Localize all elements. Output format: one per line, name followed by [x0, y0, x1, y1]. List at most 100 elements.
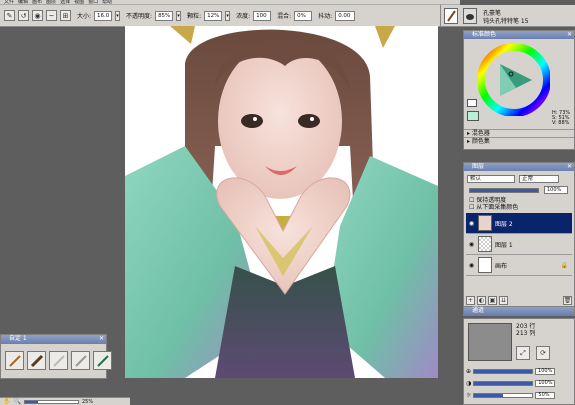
palette-pen-icon[interactable] [5, 351, 24, 370]
custom-palette: 自定 1 ✕ [0, 334, 112, 379]
contrast-icon: ◑ [466, 379, 472, 387]
menu-view[interactable]: 视图 [74, 0, 84, 4]
size-field[interactable]: 16.0 [94, 10, 113, 21]
menu-layers[interactable]: 图层 [46, 0, 56, 4]
palette-airbrush-icon[interactable] [93, 351, 112, 370]
custom-palette-title[interactable]: 自定 1 ✕ [1, 335, 106, 344]
brush-selector[interactable]: 孔豪笔 钝头孔特特笔 15 [440, 5, 575, 27]
brightness-slider[interactable] [473, 392, 534, 398]
new-layer-icon[interactable]: + [466, 296, 475, 305]
zoom-fit-icon[interactable]: ⤢ [516, 346, 530, 360]
menu-canvas[interactable]: 画布 [32, 0, 42, 4]
layer-row-canvas[interactable]: ◉ 画布 🔒 [466, 255, 572, 276]
mix-label: 混合: [277, 13, 292, 20]
mixer-panel-header[interactable]: ▸ 混色器 [464, 129, 574, 137]
pressure-icon[interactable]: ⊞ [60, 10, 71, 21]
preserve-transparency-checkbox[interactable]: ☐ 保持透明度 [466, 197, 506, 204]
layer-opacity-slider[interactable] [469, 188, 539, 193]
color-panel-title[interactable]: 标准颜色 ✕ [464, 31, 574, 39]
brush-variant-label: 钝头孔特特笔 15 [483, 18, 529, 25]
value-value: V: 88% [552, 120, 570, 126]
dab-icon[interactable]: ◉ [32, 10, 43, 21]
eye-icon[interactable]: ◉ [468, 220, 475, 227]
mix-field[interactable]: 0% [294, 10, 313, 21]
layer-list: ◉ 图层 2 ◉ 图层 1 ◉ 画布 🔒 [466, 213, 572, 276]
menu-select[interactable]: 选择 [60, 0, 70, 4]
composite-method-select[interactable]: 默认 [467, 175, 515, 183]
menu-window[interactable]: 窗口 [88, 0, 98, 4]
rotate-icon[interactable]: ⟳ [536, 346, 550, 360]
contrast-field[interactable]: 100% [535, 379, 556, 387]
layer-row-layer1[interactable]: ◉ 图层 1 [466, 234, 572, 255]
hand-icon[interactable]: ✋ [3, 398, 10, 405]
brightness-field[interactable]: 50% [535, 391, 556, 399]
eye-icon[interactable]: ◉ [468, 241, 475, 248]
opacity-label: 不透明度: [126, 13, 153, 20]
delete-layer-icon[interactable]: 🗑 [563, 296, 572, 305]
color-set-panel-header[interactable]: ▸ 颜色集 [464, 137, 574, 145]
menu-edit[interactable]: 编辑 [18, 0, 28, 4]
painting-canvas[interactable] [125, 26, 438, 378]
layer-thumbnail [478, 215, 492, 231]
density-field[interactable]: 100 [253, 10, 272, 21]
zoom-status-value: 25% [81, 398, 94, 405]
brush-category-icon[interactable] [463, 8, 477, 24]
close-icon[interactable]: ✕ [567, 31, 572, 39]
jitter-label: 抖动: [318, 13, 333, 20]
color-panel: 标准颜色 ✕ H: 73% S: 51% V: 88% ▸ 混色器 ▸ 颜色集 [463, 30, 575, 150]
magnifier-icon[interactable]: 🔍 [13, 398, 20, 405]
secondary-color-swatch[interactable] [467, 99, 477, 107]
brush-icon[interactable]: ✎ [4, 10, 15, 21]
zoom-slider[interactable] [473, 368, 534, 374]
pick-up-underlying-checkbox[interactable]: ☐ 从下面采集颜色 [466, 204, 518, 211]
layer-row-layer2[interactable]: ◉ 图层 2 [466, 213, 572, 234]
channels-panel-header[interactable]: 通道 [463, 306, 575, 316]
brush-preview-icon[interactable] [444, 8, 458, 24]
grain-label: 颗粒: [187, 13, 202, 20]
density-label: 浓度: [236, 13, 251, 20]
opacity-spinner[interactable]: ▾ [176, 10, 182, 21]
size-spinner[interactable]: ▾ [115, 10, 121, 21]
palette-oil-brush-icon[interactable] [27, 351, 46, 370]
reset-icon[interactable]: ↺ [18, 10, 29, 21]
tool-options-bar: ✎ ↺ ◉ ~ ⊞ 大小: 16.0 ▾ 不透明度: 85% ▾ 颗粒: 12%… [0, 5, 460, 27]
layer-mask-icon[interactable]: ◐ [477, 296, 486, 305]
brightness-icon: ☼ [466, 391, 472, 399]
close-icon[interactable]: ✕ [99, 335, 104, 343]
color-wheel[interactable] [477, 43, 551, 117]
menu-file[interactable]: 文件 [4, 0, 14, 4]
blend-mode-select[interactable]: 正常 [519, 175, 559, 183]
jitter-field[interactable]: 0.00 [335, 10, 356, 21]
merge-icon[interactable]: ⇊ [499, 296, 508, 305]
contrast-slider[interactable] [473, 380, 534, 386]
navigator-panel: 203 行 213 列 ⤢ ⟳ ⊕ 100% ◑ 100% ☼ 50% [463, 318, 575, 405]
layer-thumbnail [478, 257, 492, 273]
layers-panel: 图层 ✕ 默认 正常 100% ☐ 保持透明度 ☐ 从下面采集颜色 ◉ 图层 2 … [463, 162, 575, 310]
layer-opacity-field[interactable]: 100% [544, 186, 568, 194]
navigator-preview[interactable] [468, 323, 512, 361]
layer-name: 图层 2 [495, 220, 513, 228]
grain-spinner[interactable]: ▾ [225, 10, 231, 21]
zoom-icon: ⊕ [466, 367, 472, 375]
stroke-icon[interactable]: ~ [46, 10, 57, 21]
zoom-status-slider[interactable] [23, 399, 79, 404]
layer-name: 图层 1 [495, 241, 513, 249]
cols-count: 213 列 [516, 330, 536, 337]
lock-icon: 🔒 [560, 261, 568, 269]
grain-field[interactable]: 12% [204, 10, 223, 21]
artwork-girl-heart-hands [125, 26, 438, 378]
layers-panel-title[interactable]: 图层 ✕ [464, 163, 574, 171]
menu-help[interactable]: 帮助 [102, 0, 112, 4]
main-color-swatch[interactable] [467, 111, 479, 121]
size-label: 大小: [77, 13, 92, 20]
channels-panel-title: 通道 [472, 307, 485, 314]
group-icon[interactable]: ▣ [488, 296, 497, 305]
status-bar: ✋ 🔍 25% [0, 397, 130, 405]
eye-icon[interactable]: ◉ [468, 262, 475, 269]
palette-eraser-icon[interactable] [71, 351, 90, 370]
zoom-field[interactable]: 100% [535, 367, 556, 375]
palette-blender-icon[interactable] [49, 351, 68, 370]
opacity-field[interactable]: 85% [155, 10, 174, 21]
close-icon[interactable]: ✕ [567, 163, 572, 171]
layer-commands-bar: + ◐ ▣ ⇊ 🗑 [466, 296, 572, 306]
